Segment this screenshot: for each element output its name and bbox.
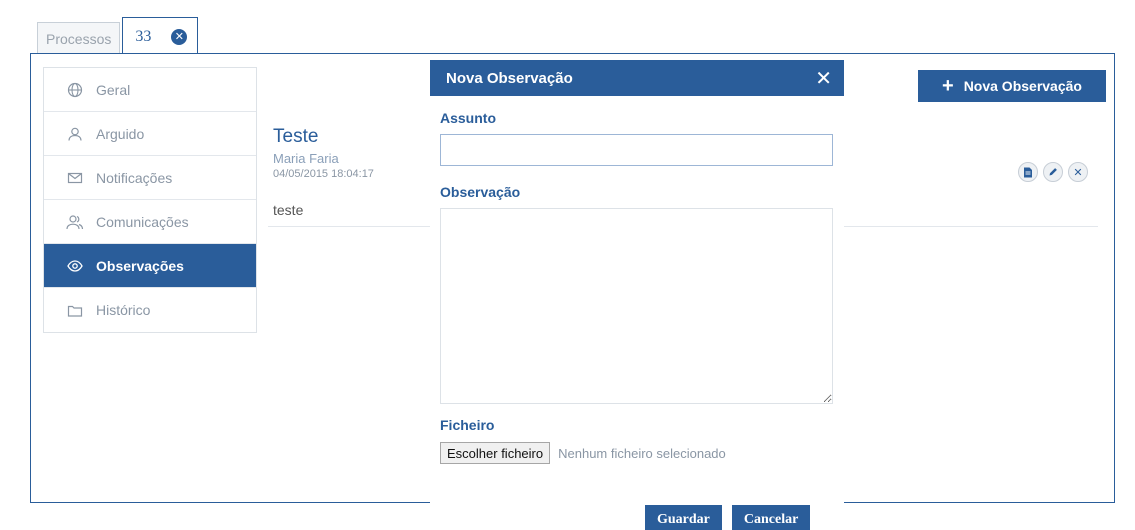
tab-processos[interactable]: Processos [37, 22, 121, 54]
close-tab-icon[interactable]: ✕ [171, 28, 188, 45]
globe-icon [66, 81, 84, 99]
sidebar-item-geral[interactable]: Geral [44, 68, 256, 112]
envelope-icon [66, 169, 84, 187]
cancel-button[interactable]: Cancelar [731, 505, 811, 530]
sidebar-item-notificacoes[interactable]: Notificações [44, 156, 256, 200]
sidebar-item-label: Comunicações [96, 213, 189, 230]
close-icon[interactable]: ✕ [815, 66, 832, 90]
user-icon [66, 125, 84, 143]
sidebar-item-label: Geral [96, 81, 131, 98]
observation-text: teste [273, 202, 304, 218]
modal-footer: Guardar Cancelar [645, 505, 811, 530]
delete-x-icon[interactable]: ✕ [1068, 162, 1088, 182]
modal-header: Nova Observação ✕ [430, 60, 844, 96]
sidebar-item-historico[interactable]: Histórico [44, 288, 256, 332]
view-document-icon[interactable] [1018, 162, 1038, 182]
modal-title: Nova Observação [446, 69, 573, 87]
sidebar-item-label: Arguido [96, 125, 145, 142]
new-observation-button[interactable]: + Nova Observação [918, 70, 1106, 102]
tab-33-label: 33 [135, 27, 152, 45]
sidebar-item-label: Notificações [96, 169, 173, 186]
sidebar: Geral Arguido Notificações Comunicações … [43, 67, 257, 333]
sidebar-item-arguido[interactable]: Arguido [44, 112, 256, 156]
new-observation-modal: Nova Observação ✕ Assunto Observação Fic… [430, 60, 844, 530]
file-picker: Escolher ficheiro Nenhum ficheiro seleci… [440, 442, 726, 464]
file-status: Nenhum ficheiro selecionado [558, 445, 726, 461]
observation-label: Observação [440, 184, 521, 200]
folder-icon [66, 301, 84, 319]
sidebar-item-comunicacoes[interactable]: Comunicações [44, 200, 256, 244]
tab-bar: Processos 33 ✕ [37, 14, 200, 55]
file-label: Ficheiro [440, 417, 495, 433]
observation-textarea[interactable] [440, 208, 833, 404]
sidebar-item-label: Observações [96, 257, 184, 274]
observation-author: Maria Faria [273, 151, 339, 166]
subject-label: Assunto [440, 110, 496, 126]
tab-33[interactable]: 33 ✕ [122, 17, 199, 55]
new-observation-label: Nova Observação [963, 78, 1082, 94]
sidebar-item-observacoes[interactable]: Observações [44, 244, 256, 288]
edit-pencil-icon[interactable] [1043, 162, 1063, 182]
observation-date: 04/05/2015 18:04:17 [273, 168, 374, 180]
tab-processos-label: Processos [46, 30, 112, 47]
eye-icon [66, 257, 84, 275]
save-button[interactable]: Guardar [645, 505, 722, 530]
observation-actions: ✕ [1018, 162, 1088, 182]
observation-title: Teste [273, 126, 319, 147]
choose-file-button[interactable]: Escolher ficheiro [440, 442, 551, 464]
plus-icon: + [942, 74, 954, 97]
users-icon [66, 213, 84, 231]
sidebar-item-label: Histórico [96, 302, 151, 318]
subject-input[interactable] [440, 134, 833, 166]
